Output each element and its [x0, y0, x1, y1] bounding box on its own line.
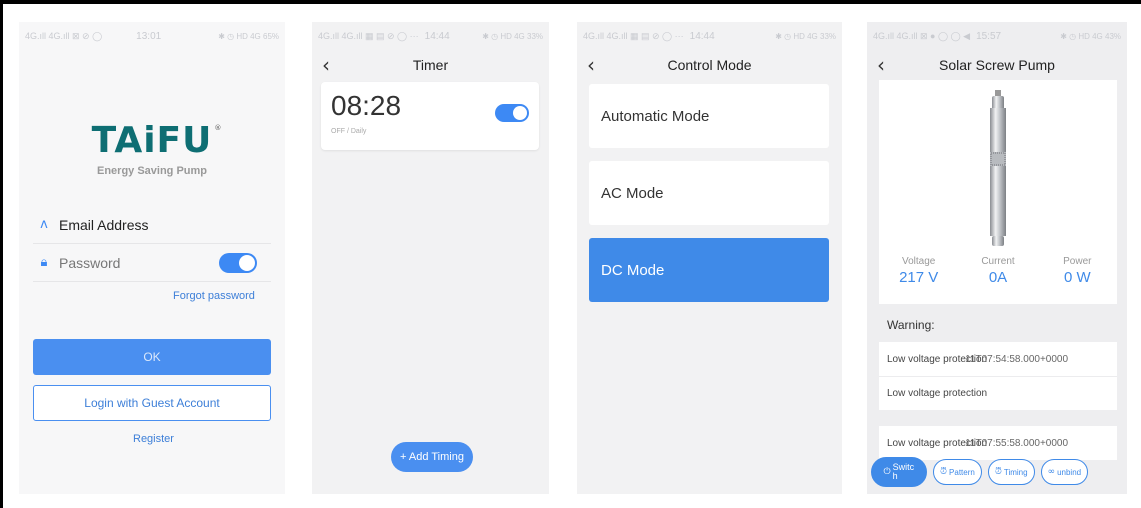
- back-icon[interactable]: ‹: [877, 53, 885, 77]
- switch-label: Switch: [892, 462, 915, 481]
- current-label: Current: [981, 256, 1015, 267]
- timer-toggle[interactable]: [495, 104, 529, 122]
- warning-timestamp: 11T07:55:58.000+0000: [965, 437, 1069, 449]
- page-title: Timer: [412, 57, 449, 73]
- voltage-metric: Voltage 217 V: [879, 256, 958, 286]
- lock-icon: 🔒︎: [40, 255, 48, 270]
- email-label: Email Address: [59, 216, 149, 233]
- status-bar: 4G.ıll 4G.ıll ⊠ ⊘ ◯ 13:01 ✱ ◷ HD 4G 65%: [19, 22, 285, 50]
- add-timing-button[interactable]: + Add Timing: [391, 442, 473, 472]
- warning-group: Low voltage protection 11T07:54:58.000+00…: [879, 342, 1117, 410]
- pump-image: [990, 90, 1006, 246]
- mode-option-ac[interactable]: AC Mode: [589, 161, 829, 225]
- status-signal: 4G.ıll 4G.ıll ▦ ▤ ⊘ ◯ ···: [318, 30, 419, 41]
- warning-item: Low voltage protection: [879, 376, 1117, 410]
- status-signal: 4G.ıll 4G.ıll ⊠ ● ◯ ◯ ◀: [873, 30, 971, 41]
- password-label: Password: [59, 254, 121, 271]
- status-bar: 4G.ıll 4G.ıll ▦ ▤ ⊘ ◯ ··· 14:44 ✱ ◷ HD 4…: [312, 22, 549, 50]
- nav-bar: ‹ Timer: [312, 50, 549, 80]
- status-time: 15:57: [976, 30, 1002, 42]
- warning-title: Warning:: [887, 318, 935, 332]
- status-battery: ✱ ◷ HD 4G 33%: [482, 31, 543, 41]
- timer-item[interactable]: 08:28 OFF / Daily: [321, 82, 539, 150]
- status-bar: 4G.ıll 4G.ıll ⊠ ● ◯ ◯ ◀ 15:57 ✱ ◷ HD 4G …: [867, 22, 1127, 50]
- logo-tagline: Energy Saving Pump: [96, 165, 208, 177]
- timing-label: Timing: [1003, 467, 1028, 477]
- control-mode-screen: 4G.ıll 4G.ıll ▦ ▤ ⊘ ◯ ··· 14:44 ✱ ◷ HD 4…: [577, 22, 842, 494]
- back-icon[interactable]: ‹: [587, 53, 595, 77]
- status-signal: 4G.ıll 4G.ıll ⊠ ⊘ ◯: [25, 30, 103, 41]
- action-bar: ⏻ Switch ⏰︎ Pattern ⏰︎ Timing ∞ unbind: [871, 456, 1125, 488]
- warning-group: Low voltage protection 11T07:55:58.000+00…: [879, 426, 1117, 460]
- page-title: Solar Screw Pump: [939, 57, 1055, 73]
- switch-button[interactable]: ⏻ Switch: [871, 457, 927, 487]
- pattern-button[interactable]: ⏰︎ Pattern: [933, 459, 982, 485]
- current-metric: Current 0A: [958, 256, 1037, 286]
- pattern-label: Pattern: [949, 467, 975, 477]
- logo-text: TAiFU: [91, 120, 213, 161]
- mode-option-dc[interactable]: DC Mode: [589, 238, 829, 302]
- guest-login-button[interactable]: Login with Guest Account: [33, 385, 271, 421]
- warning-item: Low voltage protection 11T07:54:58.000+00…: [879, 342, 1117, 376]
- unbind-button[interactable]: ∞ unbind: [1040, 459, 1089, 485]
- user-icon: ᴧ: [40, 217, 48, 232]
- timing-button[interactable]: ⏰︎ Timing: [987, 459, 1035, 485]
- power-label: Power: [1063, 256, 1092, 267]
- register-link[interactable]: Register: [133, 433, 174, 445]
- ok-button[interactable]: OK: [33, 339, 271, 375]
- show-password-toggle[interactable]: [219, 252, 257, 273]
- unbind-label: unbind: [1057, 467, 1082, 477]
- power-value: 0 W: [1063, 269, 1091, 286]
- forgot-password-link[interactable]: Forgot password: [173, 290, 255, 302]
- pump-info-card: Voltage 217 V Current 0A Power 0 W: [879, 80, 1117, 304]
- password-field[interactable]: 🔒︎ Password: [33, 244, 271, 282]
- status-signal: 4G.ıll 4G.ıll ▦ ▤ ⊘ ◯ ···: [583, 30, 684, 41]
- status-bar: 4G.ıll 4G.ıll ▦ ▤ ⊘ ◯ ··· 14:44 ✱ ◷ HD 4…: [577, 22, 842, 50]
- timer-time: 08:28: [331, 90, 402, 121]
- alarm-clock-icon: ⏰︎: [994, 467, 1002, 477]
- link-icon: ∞: [1047, 467, 1056, 477]
- login-screen: 4G.ıll 4G.ıll ⊠ ⊘ ◯ 13:01 ✱ ◷ HD 4G 65% …: [19, 22, 285, 494]
- mode-option-automatic[interactable]: Automatic Mode: [589, 84, 829, 148]
- timer-schedule: OFF / Daily: [331, 128, 367, 135]
- status-time: 14:44: [689, 30, 715, 42]
- page-title: Control Mode: [667, 57, 752, 73]
- status-battery: ✱ ◷ HD 4G 65%: [218, 31, 279, 41]
- status-time: 13:01: [136, 30, 162, 42]
- nav-bar: ‹ Control Mode: [577, 50, 842, 80]
- taifu-logo: TAiFU ®: [19, 120, 285, 161]
- current-value: 0A: [988, 269, 1008, 286]
- pump-detail-screen: 4G.ıll 4G.ıll ⊠ ● ◯ ◯ ◀ 15:57 ✱ ◷ HD 4G …: [867, 22, 1127, 494]
- warning-item: Low voltage protection 11T07:55:58.000+00…: [879, 426, 1117, 460]
- power-metric: Power 0 W: [1038, 256, 1117, 286]
- alarm-clock-icon: ⏰︎: [940, 467, 948, 477]
- power-icon: ⏻: [883, 466, 891, 477]
- warning-text: Low voltage protection: [887, 388, 988, 399]
- status-battery: ✱ ◷ HD 4G 33%: [775, 31, 836, 41]
- email-field[interactable]: ᴧ Email Address: [33, 206, 271, 244]
- status-time: 14:44: [424, 30, 450, 42]
- logo-registered-mark: ®: [214, 124, 223, 132]
- voltage-value: 217 V: [899, 269, 939, 286]
- back-icon[interactable]: ‹: [322, 53, 330, 77]
- warning-timestamp: 11T07:54:58.000+0000: [965, 353, 1069, 365]
- timer-screen: 4G.ıll 4G.ıll ▦ ▤ ⊘ ◯ ··· 14:44 ✱ ◷ HD 4…: [312, 22, 549, 494]
- pump-metrics: Voltage 217 V Current 0A Power 0 W: [879, 256, 1117, 286]
- voltage-label: Voltage: [901, 256, 936, 267]
- status-battery: ✱ ◷ HD 4G 43%: [1060, 31, 1121, 41]
- nav-bar: ‹ Solar Screw Pump: [867, 50, 1127, 80]
